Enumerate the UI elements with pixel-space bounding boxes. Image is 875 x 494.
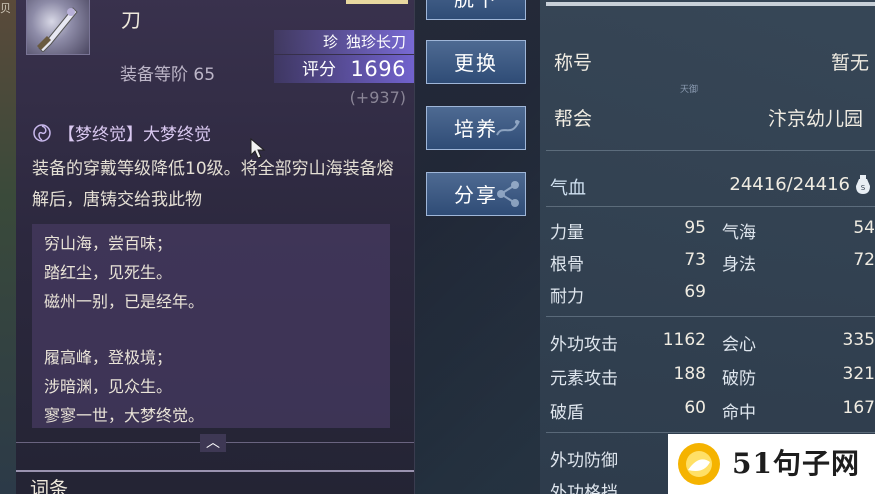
watermark: 51句子网 — [668, 434, 875, 494]
quality-tag: 珍 — [322, 33, 338, 51]
tier-line: 装备等阶 65 — [120, 60, 215, 85]
attr-label: 耐力 — [550, 287, 584, 307]
divider — [546, 206, 875, 207]
remove-button[interactable]: 脱下 — [426, 0, 526, 20]
title-label: 称号 — [554, 52, 593, 74]
watermark-logo-icon — [678, 443, 720, 485]
tier-value: 65 — [193, 65, 216, 85]
affix-section-heading: 词条 — [30, 478, 69, 494]
attr-value: 54 — [853, 218, 875, 238]
stats-top-line — [546, 2, 875, 6]
share-label: 分享 — [454, 183, 498, 207]
tiny-mark: 天御 — [680, 85, 699, 95]
attr-value: 69 — [684, 282, 706, 302]
dragon-icon — [496, 120, 520, 136]
attr-label: 气海 — [722, 223, 756, 243]
divider — [546, 316, 875, 317]
defense-label: 外功防御 — [550, 451, 618, 471]
item-name: 刀 — [121, 8, 141, 32]
mouse-cursor-icon — [250, 138, 266, 159]
potion-icon: S — [856, 175, 870, 194]
cultivate-label: 培养 — [454, 117, 498, 141]
change-button[interactable]: 更换 — [426, 40, 526, 84]
combat-label: 外功攻击 — [550, 335, 618, 355]
combat-value: 321 — [842, 364, 875, 384]
game-screen: 贝 刀 珍独珍长刀 装备等阶 65 评分 1696 (+937) 【梦终觉】大梦… — [0, 0, 875, 494]
divider — [546, 432, 875, 433]
poem-line: 履高峰，登极境； — [44, 348, 173, 367]
score-label: 评分 — [302, 60, 336, 80]
attr-label: 身法 — [722, 255, 756, 275]
attr-label: 力量 — [550, 223, 584, 243]
combat-label: 元素攻击 — [550, 369, 618, 389]
swirl-icon — [33, 123, 51, 142]
top-tab-edge — [346, 0, 408, 4]
quality-bar: 珍独珍长刀 — [274, 30, 414, 54]
section-divider — [16, 470, 414, 472]
combat-value: 167 — [842, 398, 875, 418]
combat-label: 破盾 — [550, 403, 584, 423]
combat-label: 会心 — [722, 335, 756, 355]
action-column: 脱下 更换 培养 分享 — [414, 0, 540, 494]
combat-label: 命中 — [722, 403, 756, 423]
attr-value: 95 — [684, 218, 706, 238]
score-value: 1696 — [350, 57, 406, 81]
attr-value: 72 — [853, 250, 875, 270]
blade-item-icon — [26, 0, 90, 55]
item-detail-panel: 刀 珍独珍长刀 装备等阶 65 评分 1696 (+937) 【梦终觉】大梦终觉… — [16, 0, 415, 494]
combat-value: 335 — [842, 330, 875, 350]
title-value: 暂无 — [830, 52, 869, 74]
guild-label: 帮会 — [554, 108, 593, 130]
svg-text:S: S — [861, 184, 866, 192]
expand-button[interactable]: ︿ — [200, 434, 226, 452]
combat-label: 破防 — [722, 369, 756, 389]
score-bar: 评分 1696 — [274, 55, 414, 83]
edge-glyph: 贝 — [0, 2, 11, 15]
watermark-text: 51句子网 — [732, 447, 860, 480]
hp-label: 气血 — [550, 178, 586, 199]
poem-line: 穷山海，尝百味； — [44, 234, 173, 253]
item-description: 装备的穿戴等级降低10级。将全部穷山海装备熔解后，唐铸交给我此物 — [32, 159, 394, 210]
poem-line: 寥寥一世，大梦终觉。 — [44, 406, 205, 425]
combat-value: 1162 — [662, 330, 706, 350]
combat-value: 188 — [673, 364, 706, 384]
poem-line: 磁州一别，已是经年。 — [44, 292, 205, 311]
cultivate-button[interactable]: 培养 — [426, 106, 526, 150]
attr-label: 根骨 — [550, 255, 584, 275]
divider — [546, 150, 875, 151]
poem-box: 穷山海，尝百味； 踏红尘，见死生。 磁州一别，已是经年。 履高峰，登极境； 涉暗… — [32, 224, 390, 428]
poem-line: 踏红尘，见死生。 — [44, 263, 173, 282]
quality-name: 独珍长刀 — [345, 33, 406, 51]
set-title-text: 【梦终觉】大梦终觉 — [58, 125, 211, 145]
poem-line: 涉暗渊，见众生。 — [44, 377, 173, 396]
character-stats-panel: 称号 暂无 天御 帮会 汴京幼儿园 气血 24416/24416 S 力量 95… — [540, 0, 875, 494]
combat-value: 60 — [684, 398, 706, 418]
set-title: 【梦终觉】大梦终觉 — [32, 120, 211, 145]
share-icon — [497, 181, 519, 207]
share-button[interactable]: 分享 — [426, 172, 526, 216]
hp-value: 24416/24416 — [729, 174, 850, 195]
guild-value: 汴京幼儿园 — [768, 108, 864, 130]
score-delta: (+937) — [349, 88, 406, 107]
defense-label: 外功格挡 — [550, 483, 618, 494]
attr-value: 73 — [684, 250, 706, 270]
background-edge: 贝 — [0, 0, 16, 494]
tier-label: 装备等阶 — [120, 65, 188, 85]
